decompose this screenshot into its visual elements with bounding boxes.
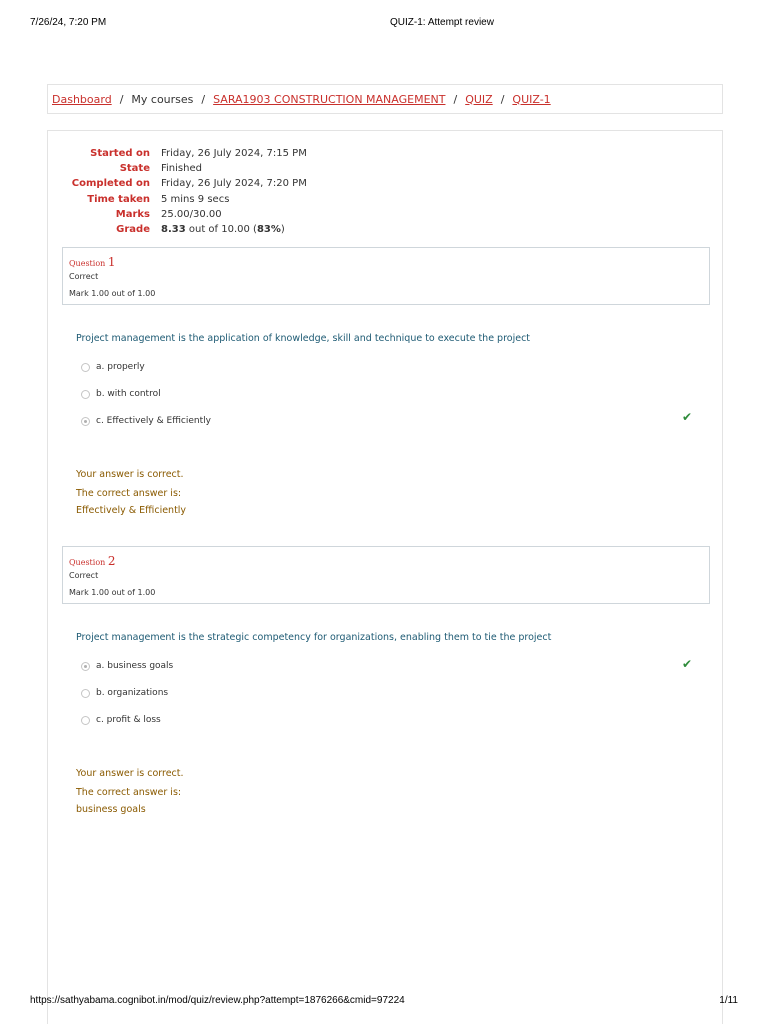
attempt-summary: Started on Friday, 26 July 2024, 7:15 PM… (48, 146, 307, 237)
answer-option-label: b. with control (96, 389, 161, 399)
summary-row-completed: Completed on Friday, 26 July 2024, 7:20 … (48, 176, 307, 191)
feedback-right-answer: Effectively & Efficiently (76, 505, 187, 516)
question-label: Question (69, 259, 106, 268)
answer-option-label: c. Effectively & Efficiently (96, 416, 211, 426)
answer-option[interactable]: a. properly (81, 361, 145, 373)
check-icon: ✔ (682, 657, 693, 671)
summary-value: Finished (161, 163, 202, 175)
feedback-right-answer-label: The correct answer is: (76, 488, 182, 499)
print-page-number: 1/11 (719, 995, 738, 1006)
grade-score: 8.33 (161, 224, 186, 236)
question-label: Question (69, 558, 106, 567)
check-icon: ✔ (682, 410, 693, 424)
answer-option-label: a. business goals (96, 661, 174, 671)
question-number-value: 2 (107, 554, 116, 568)
question-state: Correct (69, 571, 99, 580)
question-info-1: Question 1 Correct Mark 1.00 out of 1.00 (62, 247, 710, 305)
summary-label: Grade (116, 224, 150, 236)
summary-label: Marks (115, 208, 150, 220)
summary-label: State (119, 163, 150, 175)
breadcrumb-separator: / (201, 92, 206, 106)
question-state: Correct (69, 272, 99, 281)
feedback-correct: Your answer is correct. (76, 768, 184, 779)
summary-label: Completed on (71, 178, 150, 190)
summary-value: Friday, 26 July 2024, 7:20 PM (161, 178, 307, 190)
question-mark: Mark 1.00 out of 1.00 (69, 289, 156, 298)
print-title: QUIZ-1: Attempt review (390, 17, 494, 28)
radio-icon[interactable] (81, 715, 90, 725)
question-mark: Mark 1.00 out of 1.00 (69, 588, 156, 597)
question-feedback: Your answer is correct. The correct answ… (76, 765, 184, 818)
breadcrumb: Dashboard / My courses / SARA1903 CONSTR… (47, 84, 723, 114)
grade-percent: 83% (256, 224, 281, 236)
answer-option[interactable]: b. organizations (81, 687, 168, 699)
summary-label: Started on (90, 148, 150, 160)
breadcrumb-dashboard-link[interactable]: Dashboard (52, 93, 112, 106)
attempt-review-panel: Started on Friday, 26 July 2024, 7:15 PM… (47, 130, 723, 1024)
feedback-right-answer: business goals (76, 804, 146, 815)
feedback-correct: Your answer is correct. (76, 469, 184, 480)
question-feedback: Your answer is correct. The correct answ… (76, 466, 186, 519)
feedback-right-answer-label: The correct answer is: (76, 787, 182, 798)
summary-row-state: State Finished (48, 161, 307, 176)
question-number-value: 1 (107, 255, 116, 269)
print-footer: https://sathyabama.cognibot.in/mod/quiz/… (0, 995, 768, 1009)
summary-row-started: Started on Friday, 26 July 2024, 7:15 PM (48, 146, 307, 161)
answer-option[interactable]: b. with control (81, 388, 161, 400)
summary-label: Time taken (87, 193, 150, 205)
breadcrumb-quiz-link[interactable]: QUIZ (465, 93, 493, 106)
breadcrumb-my-courses: My courses (131, 92, 194, 106)
summary-value: Friday, 26 July 2024, 7:15 PM (161, 148, 307, 160)
answer-option-label: b. organizations (96, 688, 169, 698)
print-header: 7/26/24, 7:20 PM QUIZ-1: Attempt review (0, 17, 768, 31)
question-number: Question 2 (69, 554, 115, 568)
print-url: https://sathyabama.cognibot.in/mod/quiz/… (30, 995, 405, 1006)
summary-row-marks: Marks 25.00/30.00 (48, 207, 307, 222)
summary-row-grade: Grade 8.33 out of 10.00 (83%) (48, 222, 307, 237)
breadcrumb-quiz1-link[interactable]: QUIZ-1 (512, 93, 550, 106)
answer-option-selected[interactable]: c. Effectively & Efficiently (81, 415, 211, 427)
grade-mid: out of 10.00 ( (185, 224, 257, 236)
question-info-2: Question 2 Correct Mark 1.00 out of 1.00 (62, 546, 710, 604)
answer-option[interactable]: c. profit & loss (81, 714, 161, 726)
radio-icon[interactable] (81, 389, 90, 399)
radio-icon[interactable] (81, 661, 90, 671)
answer-option-label: c. profit & loss (96, 715, 161, 725)
question-number: Question 1 (69, 255, 115, 269)
summary-value: 8.33 out of 10.00 (83%) (161, 224, 285, 235)
summary-value: 5 mins 9 secs (161, 193, 230, 205)
radio-icon[interactable] (81, 362, 90, 372)
grade-end: ) (280, 224, 285, 236)
summary-value: 25.00/30.00 (161, 208, 222, 220)
breadcrumb-separator: / (453, 92, 458, 106)
question-text: Project management is the strategic comp… (76, 632, 552, 643)
question-text: Project management is the application of… (76, 333, 531, 344)
breadcrumb-separator: / (500, 92, 505, 106)
answer-option-label: a. properly (96, 362, 145, 372)
breadcrumb-separator: / (119, 92, 124, 106)
summary-row-time: Time taken 5 mins 9 secs (48, 192, 307, 207)
radio-icon[interactable] (81, 416, 90, 426)
radio-icon[interactable] (81, 688, 90, 698)
breadcrumb-course-link[interactable]: SARA1903 CONSTRUCTION MANAGEMENT (213, 93, 445, 106)
answer-option-selected[interactable]: a. business goals (81, 660, 173, 672)
